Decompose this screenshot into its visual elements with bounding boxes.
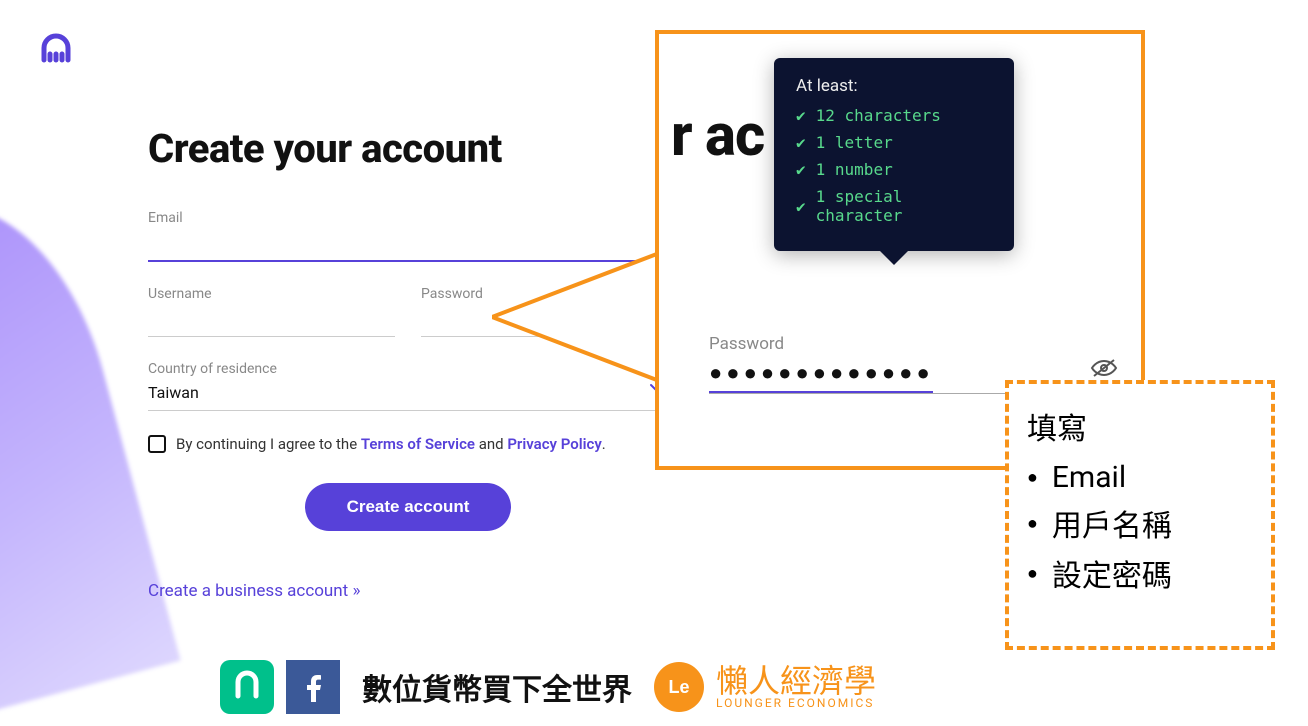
check-icon: ✔	[796, 197, 806, 216]
username-label: Username	[148, 286, 395, 302]
email-label: Email	[148, 210, 668, 226]
instruction-item: 用戶名稱	[1027, 501, 1253, 545]
username-field[interactable]	[148, 304, 395, 337]
brand-logo	[38, 30, 74, 70]
callout-heading-fragment: r ac	[671, 102, 764, 170]
check-icon: ✔	[796, 133, 806, 152]
tooltip-title: At least:	[796, 76, 994, 96]
instruction-item: Email	[1027, 460, 1253, 495]
create-account-button[interactable]: Create account	[305, 483, 512, 531]
lounger-economics-icon: Le	[654, 662, 704, 712]
agree-row: By continuing I agree to the Terms of Se…	[148, 435, 668, 453]
green-app-icon	[220, 660, 274, 714]
tooltip-item: ✔1 letter	[796, 133, 994, 152]
footer: 數位貨幣買下全世界 Le 懶人經濟學 LOUNGER ECONOMICS	[220, 660, 876, 714]
agree-text: By continuing I agree to the Terms of Se…	[176, 435, 606, 453]
tooltip-item: ✔1 special character	[796, 187, 994, 225]
tooltip-item: ✔12 characters	[796, 106, 994, 125]
instruction-item: 設定密碼	[1027, 551, 1253, 595]
business-account-link[interactable]: Create a business account »	[148, 581, 360, 601]
tooltip-item: ✔1 number	[796, 160, 994, 179]
facebook-icon	[286, 660, 340, 714]
instruction-box: 填寫 Email 用戶名稱 設定密碼	[1005, 380, 1275, 650]
page-title: Create your account	[148, 125, 668, 172]
privacy-link[interactable]: Privacy Policy	[507, 435, 601, 453]
terms-link[interactable]: Terms of Service	[361, 435, 475, 453]
check-icon: ✔	[796, 106, 806, 125]
password-rules-tooltip: At least: ✔12 characters ✔1 letter ✔1 nu…	[774, 58, 1014, 251]
svg-text:Le: Le	[668, 677, 689, 697]
country-value: Taiwan	[148, 379, 668, 411]
lounger-economics-text: 懶人經濟學 LOUNGER ECONOMICS	[716, 665, 876, 709]
agree-checkbox[interactable]	[148, 435, 166, 453]
callout-arrow	[492, 252, 672, 382]
footer-slogan-1: 數位貨幣買下全世界	[362, 665, 632, 709]
callout-password-label: Password	[709, 334, 1109, 354]
instruction-heading: 填寫	[1027, 404, 1253, 448]
username-field-group: Username	[148, 286, 395, 337]
check-icon: ✔	[796, 160, 806, 179]
active-underline	[709, 391, 933, 393]
